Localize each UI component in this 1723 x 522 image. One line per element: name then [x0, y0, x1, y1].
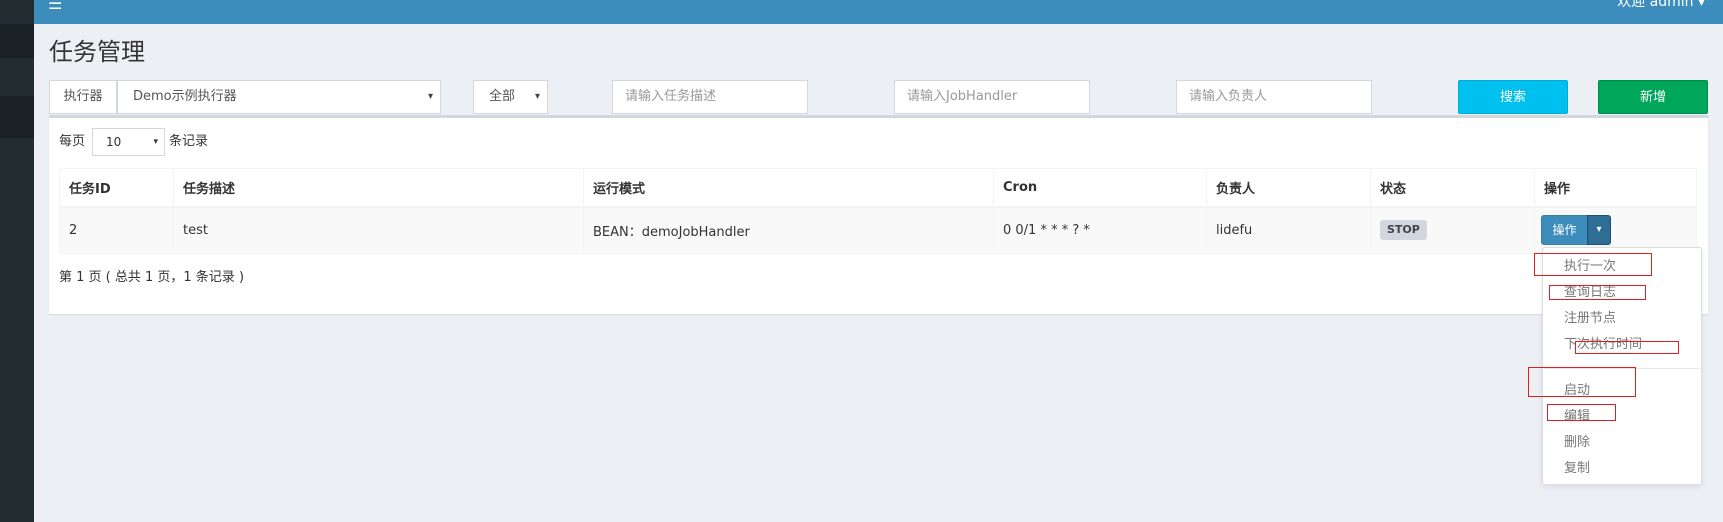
annotation-box: [1528, 367, 1636, 397]
executor-select[interactable]: Demo示例执行器 ▾: [117, 80, 441, 114]
perpage-prefix: 每页: [59, 134, 86, 149]
cell-status: STOP: [1370, 206, 1535, 254]
cell-id: 2: [59, 206, 174, 254]
pagination-info: 第 1 页 ( 总共 1 页，1 条记录 ): [59, 270, 245, 285]
cell-desc: test: [173, 206, 584, 254]
sidebar: [0, 0, 34, 522]
chevron-down-icon: ▾: [534, 91, 540, 102]
hamburger-icon[interactable]: ☰: [48, 0, 62, 12]
page-title: 任务管理: [49, 38, 145, 66]
chevron-down-icon: ▾: [427, 91, 433, 102]
annotation-box: [1547, 404, 1616, 421]
perpage-suffix: 条记录: [169, 134, 209, 149]
job-desc-input[interactable]: 请输入任务描述: [612, 80, 808, 114]
menu-item-registry-nodes[interactable]: 注册节点: [1564, 309, 1616, 329]
perpage-select[interactable]: 10 ▾: [92, 128, 165, 156]
search-button[interactable]: 搜索: [1458, 80, 1568, 114]
chevron-down-icon: ▾: [1697, 0, 1705, 10]
col-header-action: 操作: [1534, 168, 1697, 208]
status-badge: STOP: [1380, 220, 1427, 241]
annotation-box: [1549, 285, 1646, 300]
job-table: 任务ID 任务描述 运行模式 Cron 负责人 状态 操作 2 test BEA…: [59, 168, 1697, 254]
executor-select-value: Demo示例执行器: [133, 89, 237, 104]
cell-mode: BEAN：demoJobHandler: [583, 206, 994, 254]
col-header-author[interactable]: 负责人: [1206, 168, 1371, 208]
menu-item-copy[interactable]: 复制: [1564, 459, 1590, 479]
annotation-box: [1534, 253, 1652, 276]
status-select-value: 全部: [489, 89, 516, 104]
top-navbar: ☰ 欢迎 admin ▾: [34, 0, 1723, 24]
menu-item-delete[interactable]: 删除: [1564, 433, 1590, 453]
cell-cron: 0 0/1 * * * ? *: [993, 206, 1207, 254]
executor-label: 执行器: [49, 80, 117, 114]
chevron-down-icon: ▾: [1596, 224, 1602, 235]
action-dropdown-menu: 执行一次 查询日志 注册节点 下次执行时间 启动 编辑 删除 复制: [1542, 247, 1702, 485]
add-job-button[interactable]: 新增: [1598, 80, 1708, 114]
sidebar-item[interactable]: [0, 24, 34, 58]
action-dropdown-toggle[interactable]: ▾: [1587, 215, 1611, 245]
col-header-mode[interactable]: 运行模式: [583, 168, 994, 208]
status-select[interactable]: 全部 ▾: [473, 80, 548, 114]
author-input[interactable]: 请输入负责人: [1176, 80, 1372, 114]
user-label: 欢迎 admin: [1617, 0, 1694, 10]
chevron-down-icon: ▾: [153, 137, 158, 147]
action-button[interactable]: 操作: [1541, 215, 1588, 245]
cell-author: lidefu: [1206, 206, 1371, 254]
job-handler-input[interactable]: 请输入JobHandler: [894, 80, 1090, 114]
user-menu[interactable]: 欢迎 admin ▾: [1617, 0, 1705, 10]
sidebar-item[interactable]: [0, 96, 34, 138]
col-header-desc[interactable]: 任务描述: [173, 168, 584, 208]
col-header-status[interactable]: 状态: [1370, 168, 1535, 208]
col-header-cron[interactable]: Cron: [993, 168, 1207, 208]
table-header-row: 任务ID 任务描述 运行模式 Cron 负责人 状态 操作: [59, 168, 1697, 208]
col-header-id[interactable]: 任务ID: [59, 168, 174, 208]
table-row: 2 test BEAN：demoJobHandler 0 0/1 * * * ?…: [59, 206, 1697, 254]
perpage-value: 10: [106, 135, 122, 149]
annotation-box: [1575, 341, 1679, 354]
